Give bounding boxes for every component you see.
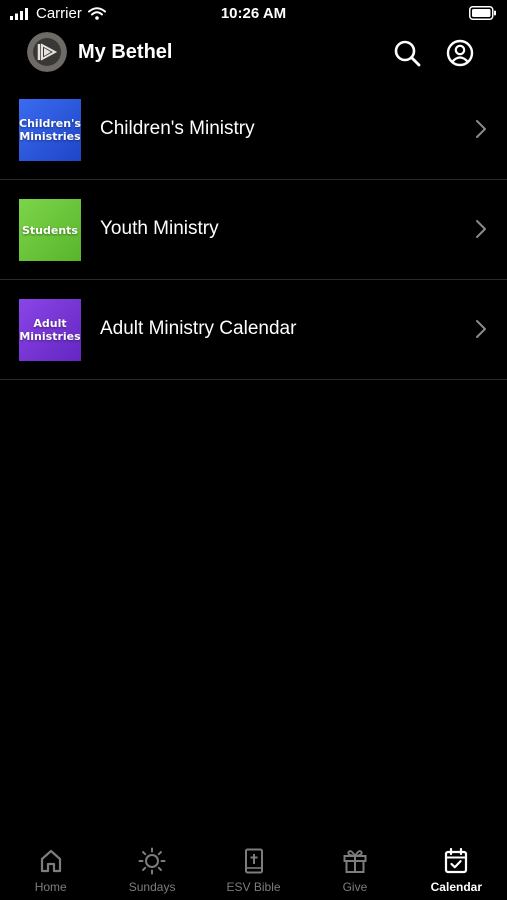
childrens-ministries-thumbnail: Children's Ministries: [19, 99, 81, 161]
calendar-check-icon: [445, 847, 468, 874]
chevron-right-icon: [476, 220, 486, 238]
tab-sundays[interactable]: Sundays: [101, 842, 202, 900]
bethel-logo-icon[interactable]: [27, 32, 67, 72]
item-label: Adult Ministry Calendar: [100, 318, 297, 339]
home-icon: [40, 849, 61, 873]
tab-bar: Home Sundays ESV Bible Give Calendar: [0, 842, 507, 900]
adult-ministries-thumbnail: Adult Ministries: [19, 299, 81, 361]
tab-esv-bible[interactable]: ESV Bible: [203, 842, 304, 900]
tab-calendar[interactable]: Calendar: [406, 842, 507, 900]
gift-icon: [343, 850, 367, 873]
item-label: Youth Ministry: [100, 218, 219, 239]
list-item-youth-ministry[interactable]: Students Youth Ministry: [0, 180, 507, 280]
list-item-adult-ministry-calendar[interactable]: Adult Ministries Adult Ministry Calendar: [0, 280, 507, 380]
ministry-list: Children's Ministries Children's Ministr…: [0, 80, 507, 380]
app-header: My Bethel: [0, 32, 507, 74]
status-time: 10:26 AM: [220, 5, 287, 22]
app-title: My Bethel: [78, 41, 173, 63]
item-label: Children's Ministry: [100, 118, 255, 139]
bible-icon: [244, 848, 263, 874]
tab-label: Give: [342, 880, 368, 894]
chevron-right-icon: [476, 120, 486, 138]
tab-label: ESV Bible: [226, 880, 281, 894]
list-item-childrens-ministry[interactable]: Children's Ministries Children's Ministr…: [0, 80, 507, 180]
tab-label: Sundays: [128, 880, 176, 894]
chevron-right-icon: [476, 320, 486, 338]
status-right: [469, 6, 497, 25]
students-thumbnail: Students: [19, 199, 81, 261]
profile-circle-icon[interactable]: [445, 38, 475, 68]
sun-icon: [138, 847, 166, 875]
tab-give[interactable]: Give: [304, 842, 405, 900]
tab-label: Calendar: [430, 880, 482, 894]
status-bar: Carrier 10:26 AM: [0, 0, 507, 28]
search-icon[interactable]: [392, 38, 422, 68]
tab-label: Home: [34, 880, 67, 894]
battery-icon: [469, 6, 496, 20]
tab-home[interactable]: Home: [0, 842, 101, 900]
